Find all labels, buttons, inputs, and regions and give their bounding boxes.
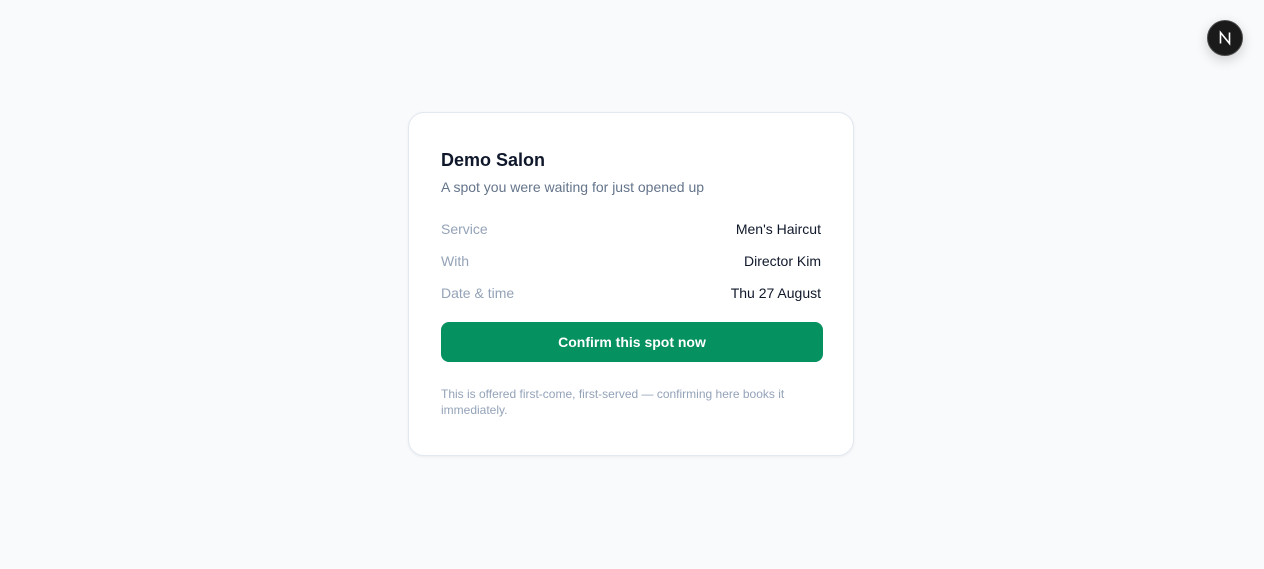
- salon-name: Demo Salon: [441, 150, 546, 170]
- detail-row-service: Service Men's Haircut: [441, 220, 821, 238]
- detail-row-datetime: Date & time Thu 27 August: [441, 284, 821, 302]
- detail-value: Thu 27 August: [730, 285, 821, 301]
- detail-value: Men's Haircut: [735, 221, 821, 237]
- detail-row-with: With Director Kim: [441, 252, 821, 270]
- next-logo-button[interactable]: [1207, 20, 1243, 56]
- next-logo-icon: [1219, 30, 1231, 46]
- detail-label: With: [441, 253, 469, 269]
- offer-subtitle: A spot you were waiting for just opened …: [441, 179, 705, 195]
- booking-details: Service Men's Haircut With Director Kim …: [441, 220, 821, 302]
- offer-card: Demo Salon A spot you were waiting for j…: [408, 112, 854, 456]
- detail-label: Date & time: [441, 285, 515, 301]
- detail-value: Director Kim: [743, 253, 821, 269]
- page: Demo Salon A spot you were waiting for j…: [0, 0, 1264, 569]
- confirm-spot-button[interactable]: Confirm this spot now: [441, 322, 823, 362]
- detail-label: Service: [441, 221, 488, 237]
- first-come-note: This is offered first-come, first-served…: [441, 387, 785, 417]
